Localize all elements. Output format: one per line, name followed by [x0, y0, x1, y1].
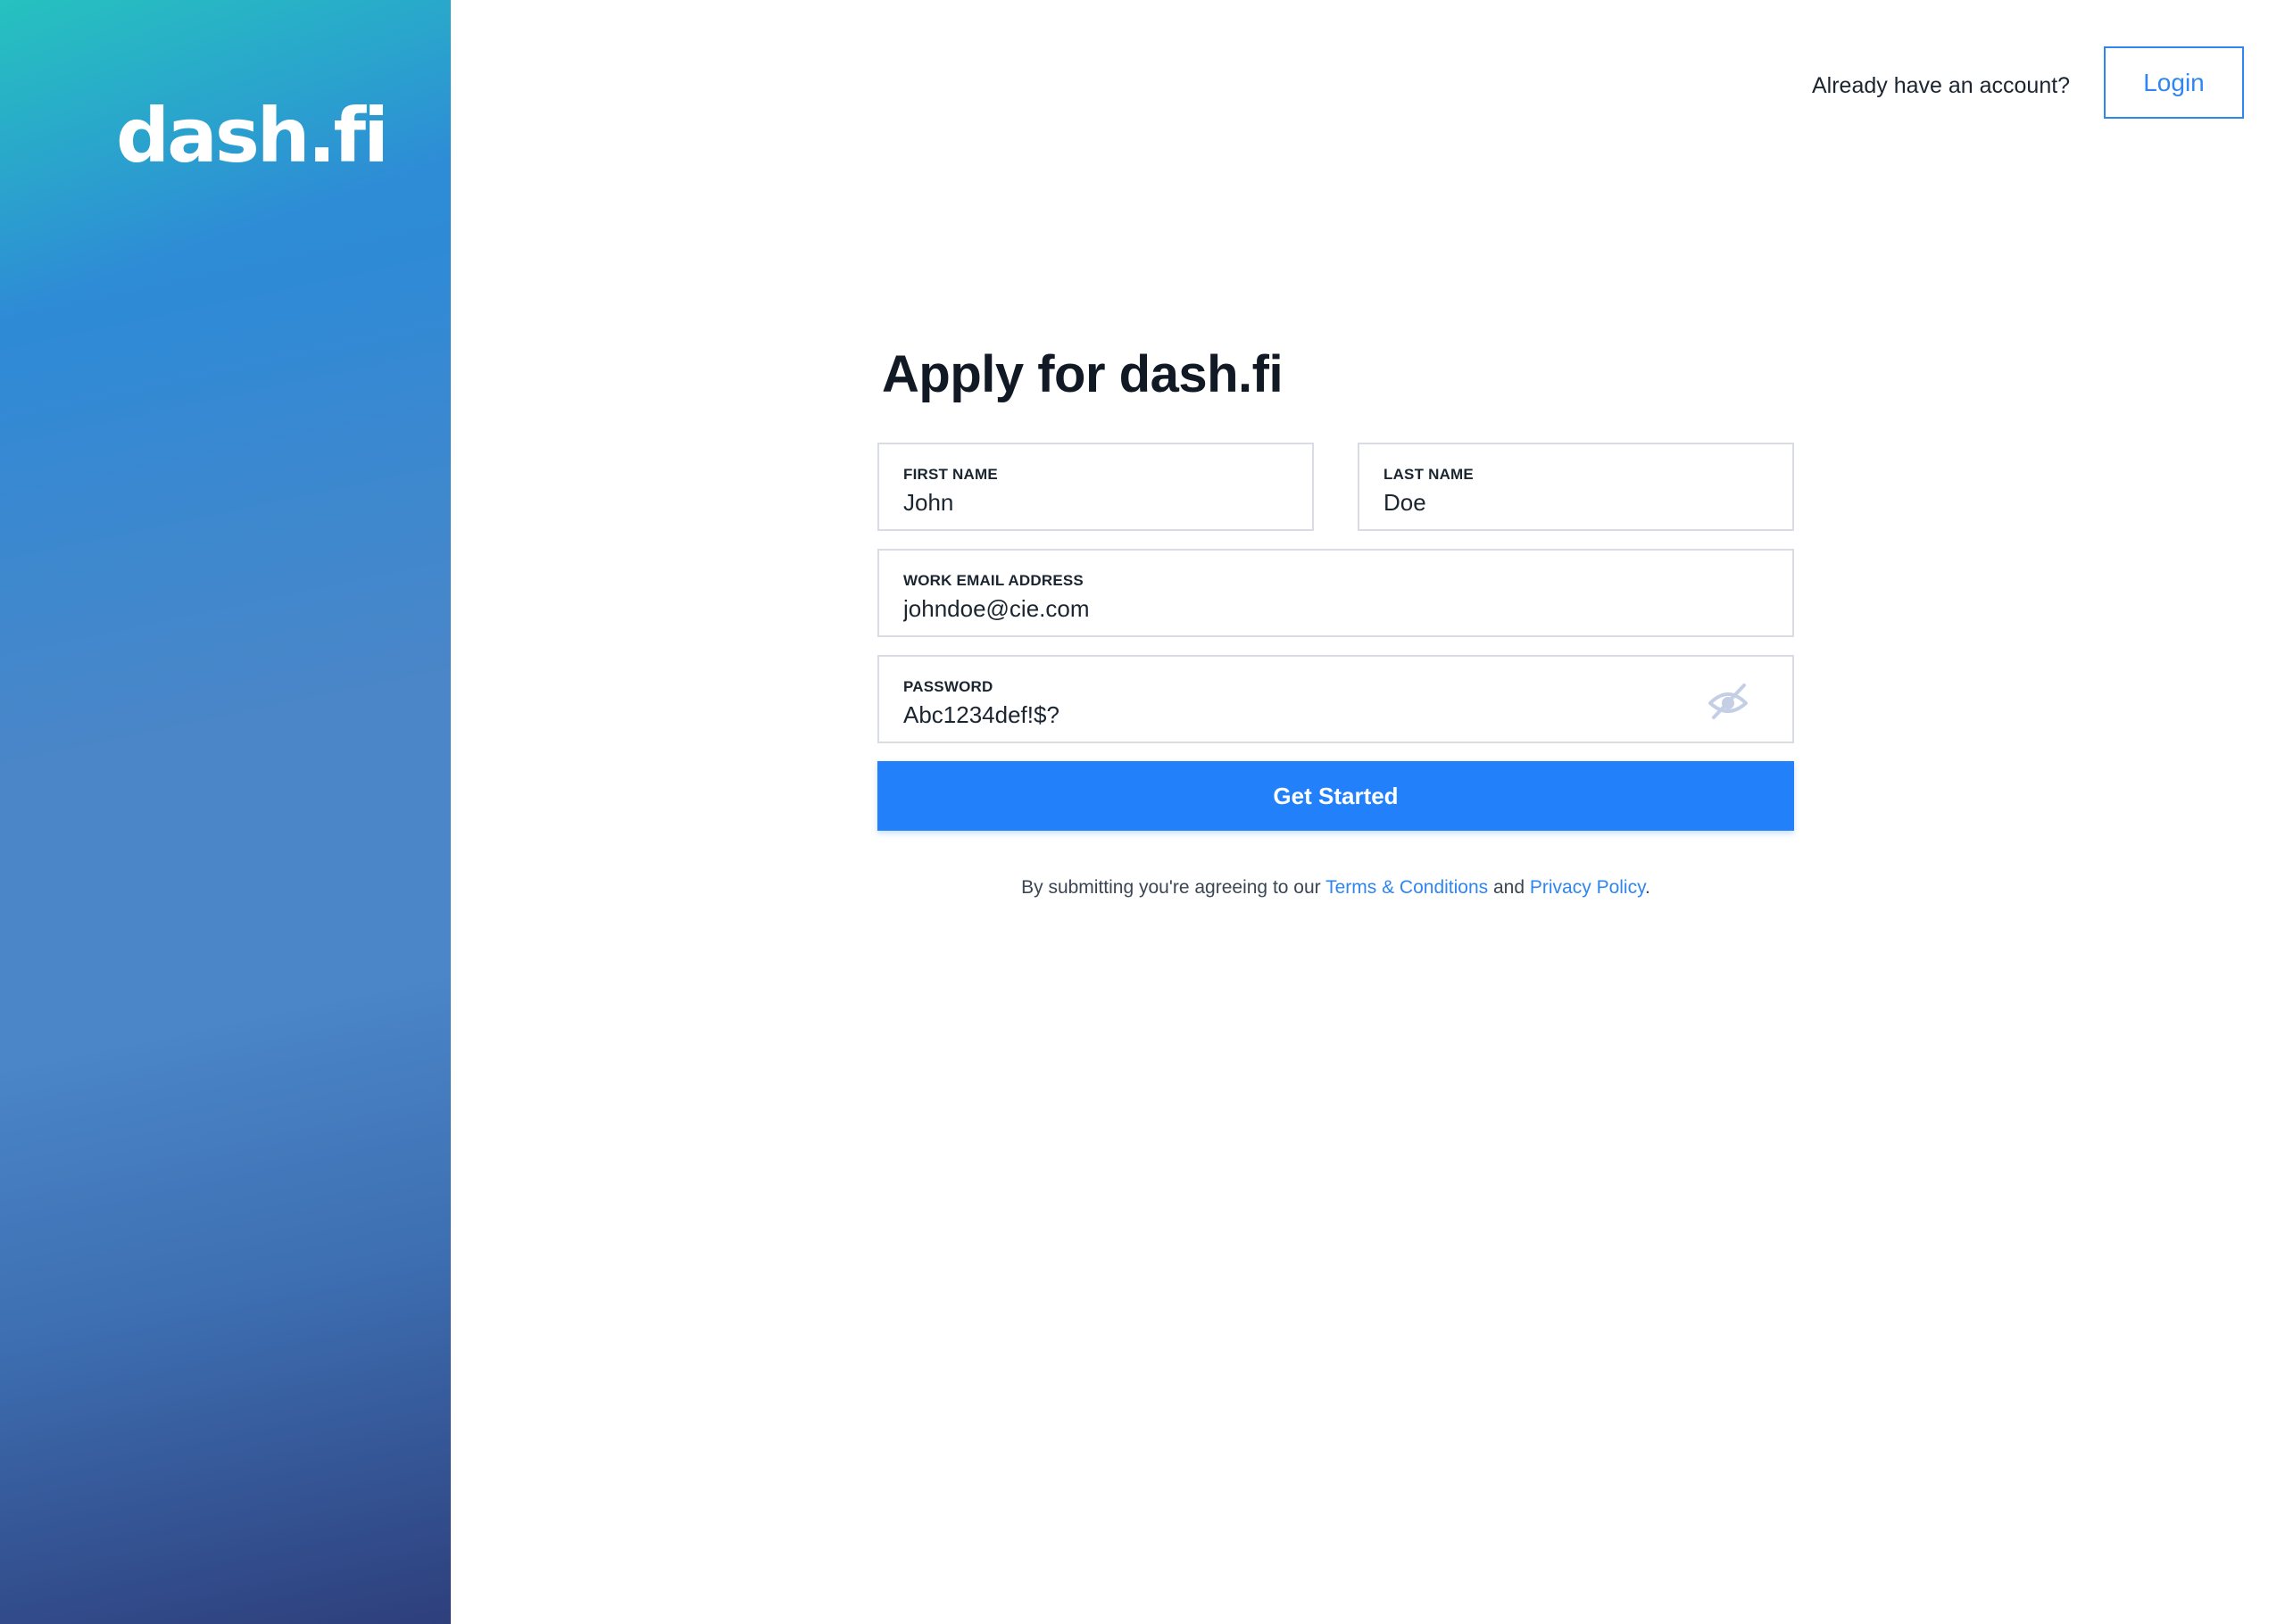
signup-page: dash.fi Already have an account? Login A…: [0, 0, 2285, 1624]
legal-suffix: .: [1645, 877, 1650, 898]
legal-notice: By submitting you're agreeing to our Ter…: [877, 877, 1794, 899]
first-name-field[interactable]: FIRST NAME: [877, 443, 1314, 531]
legal-prefix: By submitting you're agreeing to our: [1021, 877, 1326, 898]
password-input[interactable]: [903, 701, 1680, 729]
first-name-input[interactable]: [903, 489, 1272, 517]
privacy-link[interactable]: Privacy Policy: [1530, 877, 1645, 898]
login-button[interactable]: Login: [2104, 46, 2244, 119]
first-name-label: FIRST NAME: [903, 466, 998, 483]
work-email-input[interactable]: [903, 595, 1680, 623]
last-name-input[interactable]: [1383, 489, 1752, 517]
login-prompt-text: Already have an account?: [1812, 73, 2071, 98]
work-email-label: WORK EMAIL ADDRESS: [903, 572, 1084, 589]
get-started-button[interactable]: Get Started: [877, 761, 1794, 831]
legal-middle: and: [1488, 877, 1530, 898]
last-name-field[interactable]: LAST NAME: [1358, 443, 1794, 531]
password-field[interactable]: PASSWORD: [877, 655, 1794, 743]
password-label: PASSWORD: [903, 678, 993, 695]
eye-slash-icon[interactable]: [1707, 682, 1749, 721]
brand-sidebar: dash.fi: [0, 0, 451, 1624]
dashfi-logo[interactable]: dash.fi: [116, 98, 389, 173]
last-name-label: LAST NAME: [1383, 466, 1474, 483]
page-title: Apply for dash.fi: [882, 345, 1284, 403]
work-email-field[interactable]: WORK EMAIL ADDRESS: [877, 549, 1794, 637]
terms-link[interactable]: Terms & Conditions: [1325, 877, 1488, 898]
